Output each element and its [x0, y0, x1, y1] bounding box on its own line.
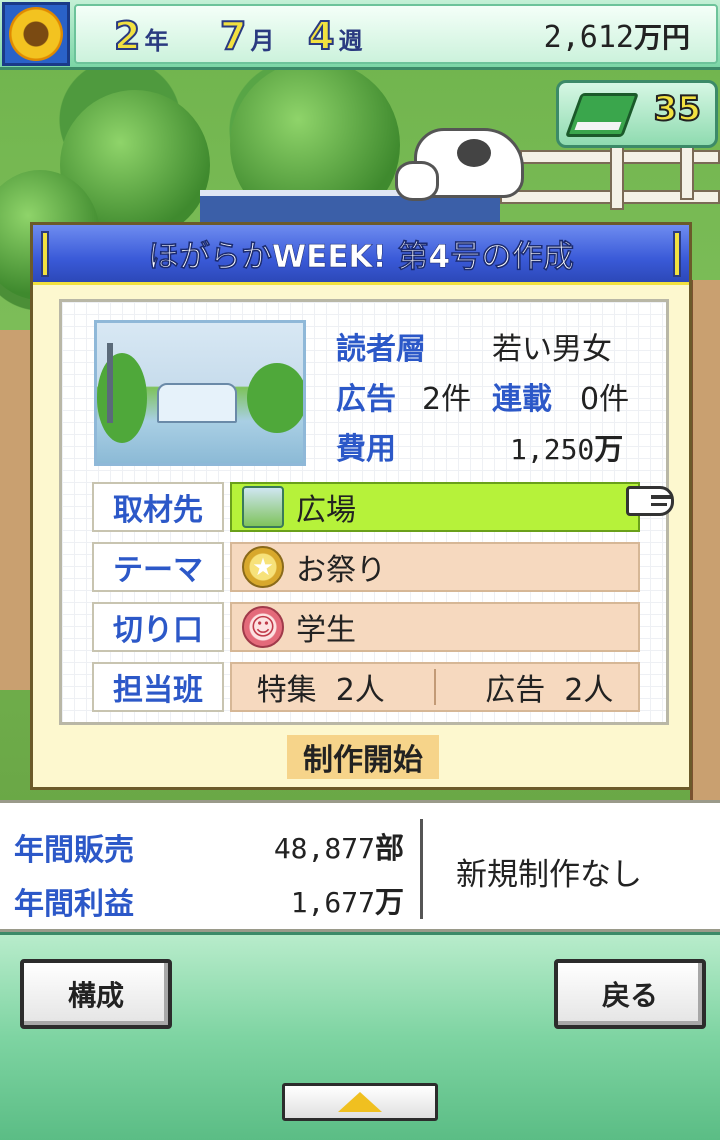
issue-creation-dialog: ほがらかWEEK! 第4号の作成 読者層 若い男女 広告 2件 連載 0件 費用… [30, 222, 692, 790]
theme-text: お祭り [296, 553, 386, 588]
theme-value[interactable]: ★ お祭り [230, 542, 640, 592]
theme-label: テーマ [92, 542, 224, 592]
date-year: 2 年 [113, 13, 169, 59]
serial-label: 連載 [492, 382, 552, 417]
student-icon: ☺ [242, 606, 284, 648]
year-number: 2 [113, 13, 141, 59]
date-display: 2 年 7 月 4 週 2,612万円 [74, 4, 718, 64]
staff-divider [434, 669, 436, 705]
location-label: 取材先 [92, 482, 224, 532]
team-label: 担当班 [92, 662, 224, 712]
fountain-icon [157, 383, 237, 423]
triangle-up-icon [338, 1092, 382, 1112]
ad-count: 2人 [564, 673, 614, 708]
week-number: 4 [307, 13, 335, 59]
season-badge[interactable] [2, 2, 70, 66]
location-row[interactable]: 取材先 広場 [92, 482, 640, 532]
staff-assignment: 特集 2人 広告 2人 [232, 665, 638, 709]
thumb-tree [247, 363, 303, 433]
month-unit: 月 [250, 27, 275, 55]
building [690, 280, 720, 800]
angle-row[interactable]: 切り口 ☺ 学生 [92, 602, 640, 652]
ads-label: 広告 [336, 382, 396, 417]
ad-label: 広告 [485, 673, 546, 708]
sunflower-icon [9, 7, 63, 61]
issue-details-panel: 読者層 若い男女 広告 2件 連載 0件 費用 1,250万 取材先 広場 テー… [59, 299, 669, 725]
month-number: 7 [219, 13, 247, 59]
start-production-button[interactable]: 制作開始 [287, 735, 439, 779]
location-value[interactable]: 広場 [230, 482, 640, 532]
location-thumbnail [94, 320, 306, 466]
feature-count: 2人 [335, 673, 385, 708]
annual-stats-bar: 年間販売 48,877部 年間利益 1,677万 新規制作なし [0, 800, 720, 932]
dialog-titlebar: ほがらかWEEK! 第4号の作成 [33, 225, 689, 285]
bottom-menu-bar: 構成 戻る [0, 932, 720, 1140]
feature-staff: 特集 2人 [257, 665, 385, 709]
fence-post [610, 140, 624, 210]
cost-amount: 1,250 [510, 433, 595, 466]
readers-value: 若い男女 [492, 332, 612, 367]
annual-profit-label: 年間利益 [14, 887, 134, 922]
serial-value: 0件 [580, 382, 630, 417]
readers-label: 読者層 [336, 332, 426, 367]
cost-value: 1,250万 [510, 426, 623, 468]
top-status-bar: 2 年 7 月 4 週 2,612万円 [0, 0, 720, 70]
plaza-icon [242, 486, 284, 528]
dialog-title: ほがらかWEEK! 第4号の作成 [147, 239, 575, 276]
annual-sales-label: 年間販売 [14, 833, 134, 868]
ads-value: 2件 [422, 382, 472, 417]
book-count: 35 [653, 88, 702, 130]
angle-text: 学生 [296, 613, 356, 648]
angle-label: 切り口 [92, 602, 224, 652]
year-unit: 年 [144, 27, 169, 55]
production-status: 新規制作なし [456, 857, 642, 893]
theme-row[interactable]: テーマ ★ お祭り [92, 542, 640, 592]
title-stripe-right [673, 231, 681, 277]
profit-amount: 1,677 [290, 886, 375, 919]
pointing-hand-icon [626, 486, 674, 516]
ad-staff: 広告 2人 [485, 665, 613, 709]
book-icon [564, 93, 640, 137]
annual-profit-value: 1,677万 [291, 879, 404, 921]
thumb-tree [97, 353, 147, 443]
money-amount: 2,612 [543, 20, 634, 55]
team-row[interactable]: 担当班 特集 2人 広告 2人 [92, 662, 640, 712]
team-value[interactable]: 特集 2人 広告 2人 [230, 662, 640, 712]
sales-unit: 部 [374, 831, 404, 865]
date-week: 4 週 [307, 13, 363, 59]
cow-sprite [395, 128, 524, 201]
angle-value[interactable]: ☺ 学生 [230, 602, 640, 652]
money-unit: 万円 [633, 21, 690, 54]
profit-unit: 万 [374, 885, 404, 919]
thumb-lamp [107, 343, 113, 423]
star-medal-icon: ★ [242, 546, 284, 588]
expand-menu-button[interactable] [282, 1083, 438, 1121]
book-counter[interactable]: 35 [556, 80, 718, 148]
title-stripe-left [41, 231, 49, 277]
feature-label: 特集 [256, 673, 317, 708]
cost-unit: 万 [594, 432, 624, 466]
sales-amount: 48,877 [273, 832, 375, 865]
date-month: 7 月 [219, 13, 275, 59]
stats-divider [420, 819, 423, 919]
compose-button[interactable]: 構成 [20, 959, 172, 1029]
back-button[interactable]: 戻る [554, 959, 706, 1029]
money-display: 2,612万円 [544, 16, 690, 56]
location-text: 広場 [296, 493, 356, 528]
week-unit: 週 [338, 27, 363, 55]
annual-sales-value: 48,877部 [274, 825, 404, 867]
cost-label: 費用 [336, 432, 396, 467]
